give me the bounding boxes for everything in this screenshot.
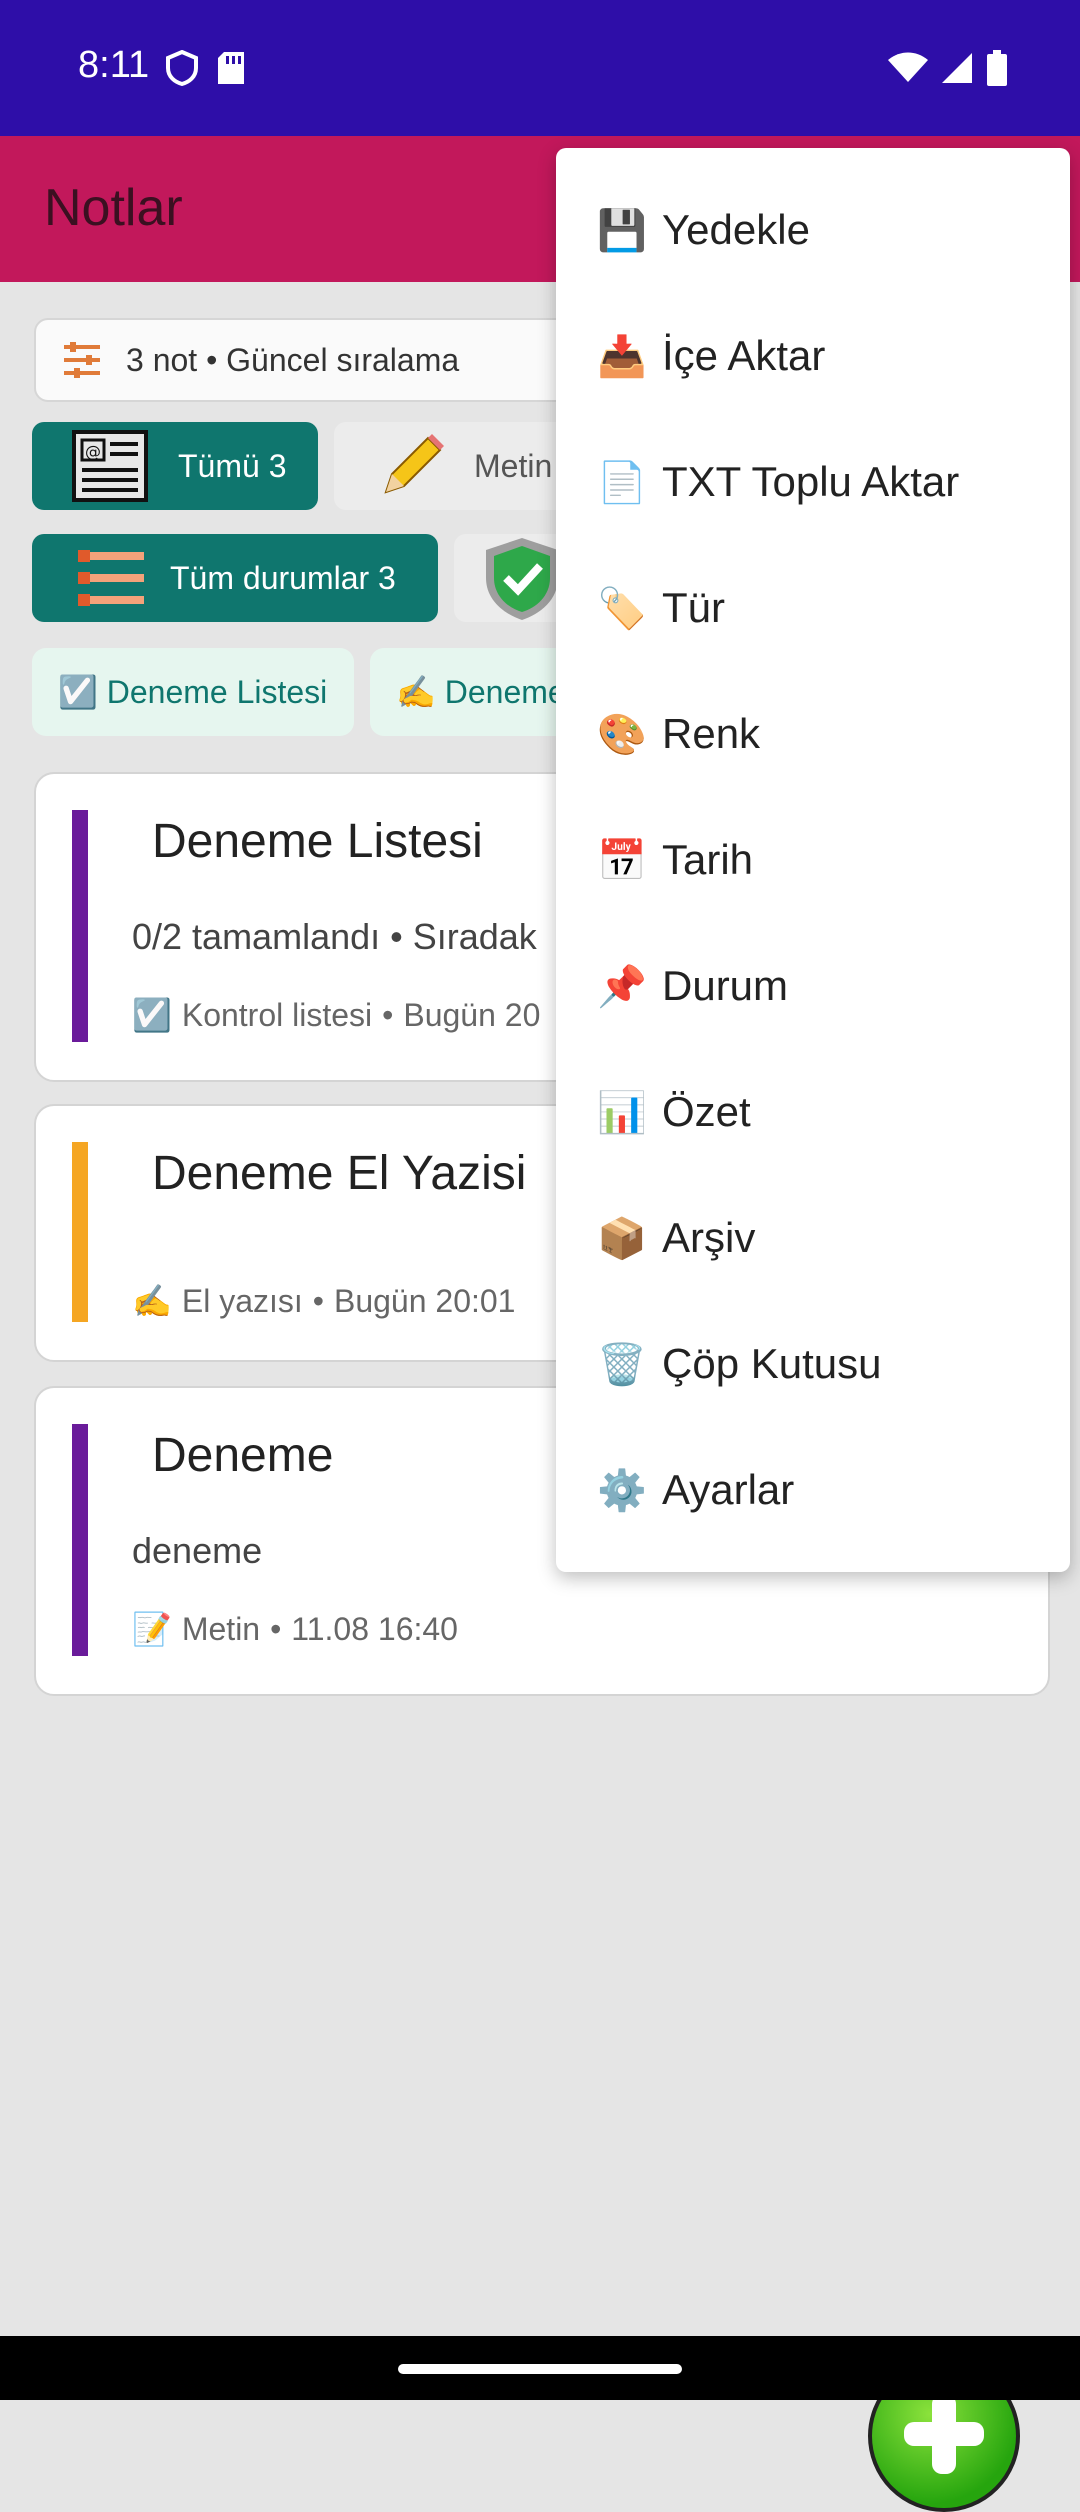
tag-chip-label: ☑️ Deneme Listesi xyxy=(58,674,328,710)
shield-icon xyxy=(166,49,198,91)
note-date: Bugün 20:01 xyxy=(333,1282,516,1319)
note-preview: 0/2 tamamlandı • Sıradak xyxy=(132,916,537,957)
handwriting-icon: ✍️ xyxy=(132,1283,172,1319)
menu-item-import[interactable]: 📥 İçe Aktar xyxy=(596,330,825,382)
menu-item-label: Özet xyxy=(662,1088,751,1135)
wifi-icon xyxy=(888,52,928,89)
status-bar: 8:11 xyxy=(0,0,1080,136)
filter-chip-text-label: Metin xyxy=(474,447,553,484)
document-icon: 📄 xyxy=(597,460,647,505)
tag-icon: 🏷️ xyxy=(597,586,647,631)
note-type: Kontrol listesi xyxy=(181,996,373,1033)
filter-chip-all-statuses-label: Tüm durumlar 3 xyxy=(170,559,396,596)
pushpin-icon: 📌 xyxy=(597,964,647,1009)
bar-chart-icon: 📊 xyxy=(597,1090,647,1135)
filter-chip-all[interactable]: @ Tümü 3 xyxy=(32,422,318,510)
tag-chip-label: ✍️ Deneme xyxy=(396,674,566,710)
menu-item-label: Tür xyxy=(662,584,725,631)
menu-item-type[interactable]: 🏷️ Tür xyxy=(596,582,725,634)
menu-item-label: TXT Toplu Aktar xyxy=(662,458,960,505)
sliders-icon xyxy=(74,546,148,610)
newspaper-icon: @ xyxy=(72,430,150,502)
menu-item-label: Tarih xyxy=(662,836,754,883)
battery-icon xyxy=(986,50,1008,91)
svg-text:@: @ xyxy=(85,442,101,461)
calendar-icon: 📅 xyxy=(597,838,647,883)
menu-item-label: Yedekle xyxy=(662,206,810,253)
package-icon: 📦 xyxy=(597,1216,647,1261)
filter-chip-all-label: Tümü 3 xyxy=(178,447,287,484)
note-date: 11.08 16:40 xyxy=(291,1610,458,1647)
checklist-icon: ☑️ xyxy=(132,997,172,1033)
note-type: El yazısı xyxy=(181,1282,303,1319)
meta-separator: • xyxy=(312,1282,324,1319)
menu-item-trash[interactable]: 🗑️ Çöp Kutusu xyxy=(596,1338,881,1390)
home-gesture-handle[interactable] xyxy=(398,2364,682,2374)
sort-summary-bar[interactable]: 3 not • Güncel sıralama xyxy=(34,318,598,402)
meta-separator: • xyxy=(270,1610,282,1647)
palette-icon: 🎨 xyxy=(597,712,647,757)
tag-chip-deneme-listesi[interactable]: ☑️ Deneme Listesi xyxy=(32,648,354,736)
note-title: Deneme El Yazisi xyxy=(152,1147,527,1200)
app-title: Notlar xyxy=(44,179,183,237)
floppy-disk-icon: 💾 xyxy=(597,208,647,253)
pencil-icon xyxy=(376,430,448,502)
menu-item-label: İçe Aktar xyxy=(662,332,826,379)
memo-icon: 📝 xyxy=(132,1611,172,1647)
inbox-tray-icon: 📥 xyxy=(597,334,647,379)
menu-item-settings[interactable]: ⚙️ Ayarlar xyxy=(596,1464,794,1516)
note-color-accent xyxy=(72,810,88,1042)
trash-icon: 🗑️ xyxy=(597,1342,647,1387)
system-navigation-bar xyxy=(0,2336,1080,2400)
status-time: 8:11 xyxy=(78,44,150,86)
signal-icon xyxy=(940,51,974,90)
note-preview: deneme xyxy=(132,1530,263,1571)
meta-separator: • xyxy=(382,996,394,1033)
sort-settings-icon xyxy=(64,342,104,383)
note-title: Deneme Listesi xyxy=(152,815,483,868)
note-date: Bugün 20 xyxy=(403,996,541,1033)
note-color-accent xyxy=(72,1424,88,1656)
menu-item-summary[interactable]: 📊 Özet xyxy=(596,1086,751,1138)
menu-item-label: Çöp Kutusu xyxy=(662,1340,882,1387)
overflow-menu: 💾 Yedekle 📥 İçe Aktar 📄 TXT Toplu Aktar … xyxy=(556,148,1070,1572)
menu-item-label: Renk xyxy=(662,710,761,757)
gear-icon: ⚙️ xyxy=(597,1468,647,1513)
note-color-accent xyxy=(72,1142,88,1322)
plus-icon xyxy=(896,2386,992,2487)
shield-check-icon xyxy=(482,534,562,622)
menu-item-status[interactable]: 📌 Durum xyxy=(596,960,788,1012)
note-type: Metin xyxy=(181,1610,261,1647)
menu-item-archive[interactable]: 📦 Arşiv xyxy=(596,1212,755,1264)
menu-item-date[interactable]: 📅 Tarih xyxy=(596,834,753,886)
filter-chip-all-statuses[interactable]: Tüm durumlar 3 xyxy=(32,534,438,622)
menu-item-backup[interactable]: 💾 Yedekle xyxy=(596,204,810,256)
menu-item-txt-bulk-import[interactable]: 📄 TXT Toplu Aktar xyxy=(596,456,959,508)
menu-item-label: Durum xyxy=(662,962,789,1009)
menu-item-label: Ayarlar xyxy=(662,1466,795,1513)
filter-chip-text[interactable]: Metin xyxy=(334,422,584,510)
note-title: Deneme xyxy=(152,1429,334,1482)
notes-summary-text: 3 not • Güncel sıralama xyxy=(126,342,460,378)
menu-item-label: Arşiv xyxy=(662,1214,756,1261)
menu-item-color[interactable]: 🎨 Renk xyxy=(596,708,760,760)
sd-card-icon xyxy=(216,50,246,91)
